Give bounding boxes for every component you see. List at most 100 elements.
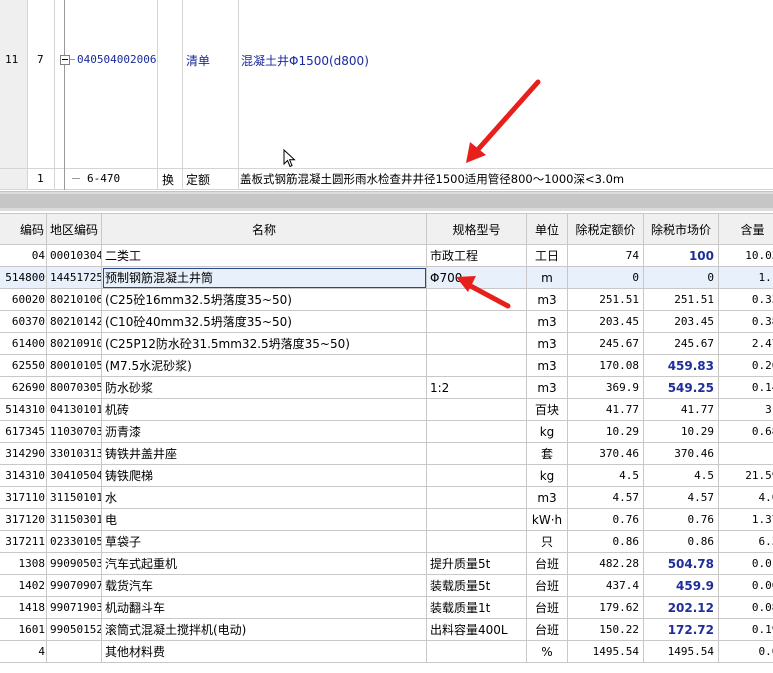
row-name[interactable]: 汽车式起重机 bbox=[101, 552, 427, 575]
row-quota-price[interactable]: 245.67 bbox=[567, 332, 644, 355]
row-quota-price[interactable]: 41.77 bbox=[567, 398, 644, 421]
row-quantity[interactable]: 4.09 bbox=[718, 486, 773, 509]
row-quota-price[interactable]: 4.57 bbox=[567, 486, 644, 509]
row-spec[interactable] bbox=[426, 332, 527, 355]
row-market-price[interactable]: 203.45 bbox=[643, 310, 719, 333]
col-header-spec[interactable]: 规格型号 bbox=[426, 213, 527, 245]
row-market-price[interactable]: 0 bbox=[643, 266, 719, 289]
scrollbar-thumb[interactable] bbox=[0, 194, 773, 208]
row-quantity[interactable]: 0.335 bbox=[718, 288, 773, 311]
col-header-unit[interactable]: 单位 bbox=[526, 213, 568, 245]
row-spec[interactable] bbox=[426, 442, 527, 465]
row-unit[interactable]: kg bbox=[526, 420, 568, 443]
row-spec[interactable]: 1:2 bbox=[426, 376, 527, 399]
row-region-code[interactable]: 99070907 bbox=[46, 574, 102, 597]
table-row[interactable]: 31431030410504铸铁爬梯kg4.54.521.594 bbox=[0, 464, 773, 487]
row-quantity[interactable]: 0.204 bbox=[718, 354, 773, 377]
row-quantity[interactable]: 0.685 bbox=[718, 420, 773, 443]
row-region-code[interactable]: 80210142 bbox=[46, 310, 102, 333]
quota-item-name[interactable]: 盖板式钢筋混凝土圆形雨水检查井井径1500适用管径800～1000深<3.0m bbox=[240, 171, 624, 187]
row-region-code[interactable]: 80010105 bbox=[46, 354, 102, 377]
row-quantity[interactable]: 0.089 bbox=[718, 596, 773, 619]
row-code[interactable]: 60370 bbox=[0, 310, 47, 333]
row-name[interactable]: 二类工 bbox=[101, 244, 427, 267]
table-row[interactable]: 4其他材料费%1495.541495.540.02 bbox=[0, 640, 773, 663]
row-quantity[interactable]: 1.11 bbox=[718, 266, 773, 289]
row-quantity[interactable]: 0.002 bbox=[718, 574, 773, 597]
row-quota-price[interactable]: 203.45 bbox=[567, 310, 644, 333]
row-region-code[interactable]: 00010304 bbox=[46, 244, 102, 267]
row-quota-price[interactable]: 437.4 bbox=[567, 574, 644, 597]
row-region-code[interactable]: 80070305 bbox=[46, 376, 102, 399]
row-name[interactable]: 铸铁爬梯 bbox=[101, 464, 427, 487]
row-quota-price[interactable]: 179.62 bbox=[567, 596, 644, 619]
row-quantity[interactable]: 0.015 bbox=[718, 552, 773, 575]
row-market-price[interactable]: 0.76 bbox=[643, 508, 719, 531]
row-unit[interactable]: m3 bbox=[526, 354, 568, 377]
table-row[interactable]: 31711031150101水m34.574.574.09 bbox=[0, 486, 773, 509]
row-code[interactable]: 1601 bbox=[0, 618, 47, 641]
row-code[interactable]: 314310 bbox=[0, 464, 47, 487]
row-unit[interactable]: 工日 bbox=[526, 244, 568, 267]
row-name[interactable]: 载货汽车 bbox=[101, 574, 427, 597]
row-quota-price[interactable]: 251.51 bbox=[567, 288, 644, 311]
row-spec[interactable] bbox=[426, 530, 527, 553]
row-region-code[interactable]: 33010313 bbox=[46, 442, 102, 465]
table-row[interactable]: 62550 80010105 (M7.5水泥砂浆) m3 170.08 459.83 0.2… bbox=[0, 354, 773, 377]
col-header-region-code[interactable]: 地区编码 bbox=[46, 213, 102, 245]
row-market-price[interactable]: 100 bbox=[643, 244, 719, 267]
row-code[interactable]: 617345 bbox=[0, 420, 47, 443]
row-quantity[interactable]: 0.388 bbox=[718, 310, 773, 333]
row-spec[interactable] bbox=[426, 508, 527, 531]
row-name[interactable]: 滚筒式混凝土搅拌机(电动) bbox=[101, 618, 427, 641]
row-market-price[interactable]: 4.57 bbox=[643, 486, 719, 509]
table-row[interactable]: 61734511030703沥青漆kg10.2910.290.685 bbox=[0, 420, 773, 443]
row-spec[interactable] bbox=[426, 486, 527, 509]
row-code[interactable]: 1308 bbox=[0, 552, 47, 575]
table-row[interactable]: 51431004130101机砖百块41.7741.773.2 bbox=[0, 398, 773, 421]
col-header-code[interactable]: 编码 bbox=[0, 213, 47, 245]
row-quantity[interactable]: 2.479 bbox=[718, 332, 773, 355]
table-row[interactable]: 31721102330105草袋子只0.860.866.31 bbox=[0, 530, 773, 553]
row-quota-price[interactable]: 150.22 bbox=[567, 618, 644, 641]
row-unit[interactable]: 台班 bbox=[526, 618, 568, 641]
row-name[interactable]: 预制钢筋混凝土井筒 bbox=[101, 266, 427, 289]
table-row[interactable]: 61400 80210910 (C25P12防水砼31.5mm32.5坍落度35~5… bbox=[0, 332, 773, 355]
row-name[interactable]: (C10砼40mm32.5坍落度35~50) bbox=[101, 310, 427, 333]
row-quota-price[interactable]: 0 bbox=[567, 266, 644, 289]
row-unit[interactable]: % bbox=[526, 640, 568, 663]
row-unit[interactable]: kg bbox=[526, 464, 568, 487]
row-code[interactable]: 314290 bbox=[0, 442, 47, 465]
row-code[interactable]: 04 bbox=[0, 244, 47, 267]
row-market-price[interactable]: 4.5 bbox=[643, 464, 719, 487]
row-unit[interactable]: 百块 bbox=[526, 398, 568, 421]
row-spec[interactable] bbox=[426, 288, 527, 311]
row-name[interactable]: (C25砼16mm32.5坍落度35~50) bbox=[101, 288, 427, 311]
row-quota-price[interactable]: 0.86 bbox=[567, 530, 644, 553]
row-spec[interactable] bbox=[426, 420, 527, 443]
table-row[interactable]: 31429033010313铸铁井盖井座套370.46370.461 bbox=[0, 442, 773, 465]
row-region-code[interactable]: 02330105 bbox=[46, 530, 102, 553]
row-quota-price[interactable]: 170.08 bbox=[567, 354, 644, 377]
row-region-code[interactable]: 99050152 bbox=[46, 618, 102, 641]
row-code[interactable]: 317211 bbox=[0, 530, 47, 553]
row-code[interactable]: 514800 bbox=[0, 266, 47, 289]
row-spec[interactable] bbox=[426, 398, 527, 421]
row-unit[interactable]: 台班 bbox=[526, 552, 568, 575]
row-name[interactable]: 其他材料费 bbox=[101, 640, 427, 663]
row-name[interactable]: 草袋子 bbox=[101, 530, 427, 553]
row-market-price[interactable]: 245.67 bbox=[643, 332, 719, 355]
row-spec[interactable] bbox=[426, 640, 527, 663]
row-region-code[interactable] bbox=[46, 640, 102, 663]
row-spec[interactable]: 装载质量5t bbox=[426, 574, 527, 597]
row-region-code[interactable]: 04130101 bbox=[46, 398, 102, 421]
row-quota-price[interactable]: 74 bbox=[567, 244, 644, 267]
row-market-price[interactable]: 370.46 bbox=[643, 442, 719, 465]
row-quantity[interactable]: 0.02 bbox=[718, 640, 773, 663]
row-market-price[interactable]: 172.72 bbox=[643, 618, 719, 641]
row-unit[interactable]: m3 bbox=[526, 332, 568, 355]
row-unit[interactable]: m3 bbox=[526, 486, 568, 509]
row-code[interactable]: 317110 bbox=[0, 486, 47, 509]
row-region-code[interactable]: 11030703 bbox=[46, 420, 102, 443]
table-row[interactable]: 6269080070305防水砂浆1:2m3369.9549.250.142 bbox=[0, 376, 773, 399]
